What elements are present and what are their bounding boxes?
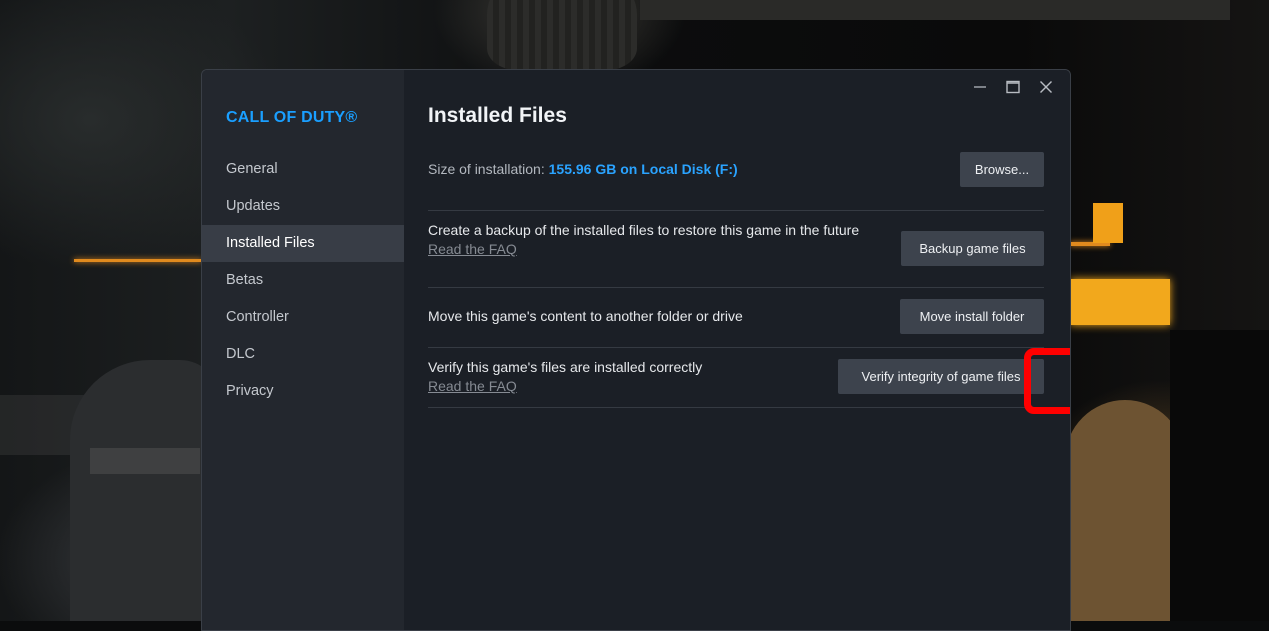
maximize-button[interactable] xyxy=(996,76,1029,98)
sidebar-item-controller[interactable]: Controller xyxy=(202,299,404,336)
verify-description: Verify this game's files are installed c… xyxy=(428,359,703,375)
backup-faq-link[interactable]: Read the FAQ xyxy=(428,240,883,259)
background-orange-block xyxy=(1070,279,1170,325)
close-button[interactable] xyxy=(1029,76,1062,98)
page-title: Installed Files xyxy=(428,104,567,127)
maximize-icon xyxy=(1005,80,1020,94)
installation-size-row: Size of installation: 155.96 GB on Local… xyxy=(428,150,1044,211)
sidebar-item-dlc[interactable]: DLC xyxy=(202,336,404,373)
background-orange-block xyxy=(1093,203,1123,243)
backup-description: Create a backup of the installed files t… xyxy=(428,222,860,238)
sidebar-item-privacy[interactable]: Privacy xyxy=(202,373,404,410)
verify-row-text-block: Verify this game's files are installed c… xyxy=(428,358,702,396)
sidebar-item-betas[interactable]: Betas xyxy=(202,262,404,299)
minimize-icon xyxy=(973,86,986,88)
close-icon xyxy=(1039,81,1052,93)
move-row: Move this game's content to another fold… xyxy=(428,288,1044,348)
backup-row-text-block: Create a backup of the installed files t… xyxy=(428,221,883,259)
properties-dialog: CALL OF DUTY® General Updates Installed … xyxy=(201,69,1071,631)
background-tag xyxy=(90,448,200,474)
move-description: Move this game's content to another fold… xyxy=(428,308,743,324)
browse-button[interactable]: Browse... xyxy=(960,152,1044,187)
backup-game-files-button[interactable]: Backup game files xyxy=(901,231,1044,266)
minimize-button[interactable] xyxy=(963,76,996,98)
sidebar-item-updates[interactable]: Updates xyxy=(202,188,404,225)
game-title: CALL OF DUTY® xyxy=(226,109,358,126)
background-shadow xyxy=(1170,330,1269,621)
move-install-folder-button[interactable]: Move install folder xyxy=(900,299,1044,334)
sidebar-item-installed-files[interactable]: Installed Files xyxy=(202,225,404,262)
content-panel: Installed Files Size of installation: 15… xyxy=(404,70,1070,630)
sidebar-nav: General Updates Installed Files Betas Co… xyxy=(202,151,404,410)
verify-faq-link[interactable]: Read the FAQ xyxy=(428,377,702,396)
background-band xyxy=(640,0,1230,20)
window-controls xyxy=(963,76,1062,98)
background-figure-right xyxy=(1065,400,1185,621)
sidebar-item-general[interactable]: General xyxy=(202,151,404,188)
background-figure-left xyxy=(70,360,220,621)
installation-size-value: 155.96 GB on Local Disk (F:) xyxy=(548,161,738,177)
installation-size-label: Size of installation: xyxy=(428,161,549,177)
backup-row: Create a backup of the installed files t… xyxy=(428,211,1044,288)
installation-size-text: Size of installation: 155.96 GB on Local… xyxy=(428,160,738,179)
verify-integrity-button[interactable]: Verify integrity of game files xyxy=(838,359,1044,394)
background-beanie xyxy=(487,0,637,70)
verify-row: Verify this game's files are installed c… xyxy=(428,348,1044,408)
background-orange-line xyxy=(74,259,202,262)
sidebar: CALL OF DUTY® General Updates Installed … xyxy=(202,70,404,630)
